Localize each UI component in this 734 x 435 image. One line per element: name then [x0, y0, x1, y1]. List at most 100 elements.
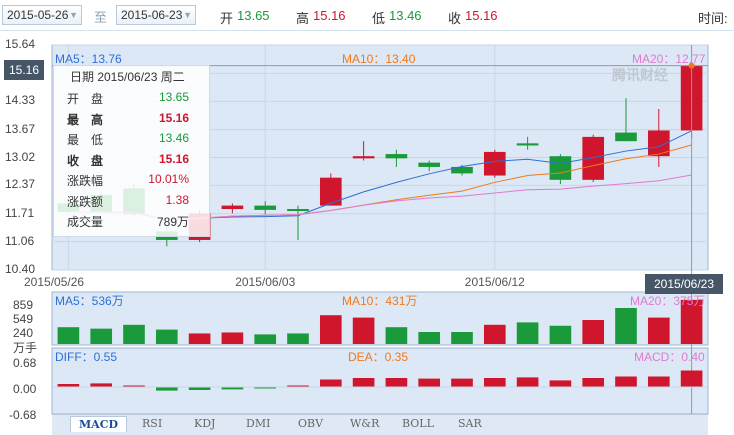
volume-bar [254, 334, 277, 344]
indicator-tabs: MACD RSI KDJ DMI OBV W&R BOLL SAR [52, 414, 708, 435]
candle-body [418, 162, 441, 167]
vol-ma20-label: MA20：375万 [630, 294, 706, 308]
info-row-label: 成交量 [67, 215, 104, 229]
stock-chart-panel: 2015-05-26 ▼ 至 2015-06-23 ▼ 开 13.65 高 15… [0, 0, 734, 435]
candle-body [385, 154, 408, 159]
kline-y-tick: 13.02 [5, 149, 36, 164]
kline-x-tick: 2015/06/12 [464, 275, 525, 289]
volume-bar [549, 325, 572, 344]
volume-bar [319, 315, 342, 344]
volume-bar [57, 327, 80, 344]
candle-body [287, 209, 309, 212]
kline-y-tick: 10.40 [5, 262, 36, 276]
volume-bar [352, 317, 375, 344]
volume-bar [582, 320, 605, 344]
candle-body [516, 143, 539, 146]
macd-dea-label: DEA：0.35 [348, 350, 409, 364]
macd-y-tick-0: 0.68 [13, 356, 37, 370]
info-row-value: 13.65 [158, 90, 189, 104]
macd-bar [90, 383, 113, 387]
candle-body [221, 205, 244, 210]
info-row: 涨跌额 1.38 [54, 193, 209, 213]
tab-kdj[interactable]: KDJ [194, 417, 215, 430]
macd-bar [483, 378, 506, 387]
info-row-value: 1.38 [165, 192, 189, 207]
vol-y-tick-2: 240 [13, 326, 34, 340]
macd-bar [647, 376, 670, 387]
macd-y-tick-1: 0.00 [13, 382, 37, 396]
candle-body [319, 177, 342, 206]
tab-sar[interactable]: SAR [458, 417, 482, 430]
info-row-value: 789万 [156, 215, 189, 229]
tab-macd[interactable]: MACD [70, 416, 128, 432]
info-row: 最 高 15.16 [54, 111, 209, 131]
candle-body [483, 151, 506, 176]
info-row-value: 15.16 [158, 110, 189, 125]
info-row: 开 盘 13.65 [54, 90, 209, 110]
macd-bar [615, 376, 637, 387]
macd-bar [418, 378, 441, 387]
vol-ma5-label: MA5：536万 [55, 294, 124, 308]
ma10-label: MA10：13.40 [342, 52, 416, 66]
candle-body [582, 136, 605, 180]
kline-y-tick: 14.33 [5, 93, 36, 108]
kline-y-tick: 15.64 [5, 37, 36, 51]
info-row: 最 低 13.46 [54, 131, 209, 151]
kline-x-tick: 2015/05/26 [24, 275, 85, 289]
info-row-value: 10.01% [148, 172, 189, 186]
volume-bar [516, 322, 539, 344]
macd-bar [582, 378, 605, 387]
volume-bar [221, 332, 244, 344]
volume-bar [615, 308, 637, 344]
info-row-label: 涨跌额 [67, 194, 104, 209]
crosshair-date-tag: 2015/06/23 [645, 274, 723, 294]
tab-obv[interactable]: OBV [298, 417, 323, 430]
info-row: 成交量 789万 [54, 213, 209, 233]
volume-bar [418, 332, 441, 344]
macd-value-label: MACD：0.40 [634, 350, 705, 364]
volume-bar [155, 329, 178, 344]
tab-wr[interactable]: W&R [350, 417, 379, 430]
info-row: 涨跌幅 10.01% [54, 172, 209, 192]
tab-rsi[interactable]: RSI [142, 417, 162, 430]
macd-bar [516, 377, 539, 387]
candle-body [549, 156, 572, 180]
macd-bar [680, 370, 703, 387]
volume-bar [483, 324, 506, 344]
vol-y-tick-0: 859 [13, 298, 34, 312]
info-row: 收 盘 15.16 [54, 152, 209, 172]
crosshair-price-tag: 15.16 [4, 60, 44, 80]
volume-bar [90, 328, 113, 344]
volume-bar [188, 333, 211, 344]
macd-bar [549, 380, 572, 387]
kline-y-tick: 11.71 [5, 205, 35, 220]
macd-y-tick-2: -0.68 [9, 408, 37, 422]
vol-ma10-label: MA10：431万 [342, 294, 418, 308]
vol-unit: 万手 [13, 341, 38, 355]
info-date: 日期 2015/06/23 周二 [70, 70, 185, 84]
watermark-logo: 腾讯财经 [612, 67, 668, 83]
macd-bar [155, 387, 178, 391]
kline-y-tick: 12.37 [5, 177, 36, 192]
kline-x-tick: 2015/06/03 [235, 275, 296, 289]
macd-bar [319, 379, 342, 387]
volume-bar [123, 324, 145, 344]
info-row-label: 涨跌幅 [67, 174, 104, 188]
info-date-row: 日期 2015/06/23 周二 [54, 68, 209, 88]
info-row-label: 开 盘 [67, 92, 104, 106]
info-row-value: 13.46 [158, 131, 189, 145]
candle-body [615, 132, 637, 142]
tab-dmi[interactable]: DMI [246, 417, 270, 430]
ohlc-info-box: 日期 2015/06/23 周二 开 盘 13.65 最 高 15.16 最 低 13.4… [53, 65, 210, 237]
tab-boll[interactable]: BOLL [402, 417, 434, 430]
volume-bar [647, 317, 670, 344]
macd-bar [352, 378, 375, 387]
macd-bar [451, 378, 473, 387]
kline-y-tick: 13.67 [5, 121, 36, 136]
candle-body [254, 205, 277, 210]
macd-bar [385, 378, 408, 387]
candle-body [352, 156, 375, 159]
volume-bar [287, 333, 309, 344]
kline-y-tick: 11.06 [5, 233, 35, 248]
volume-bar [385, 327, 408, 344]
